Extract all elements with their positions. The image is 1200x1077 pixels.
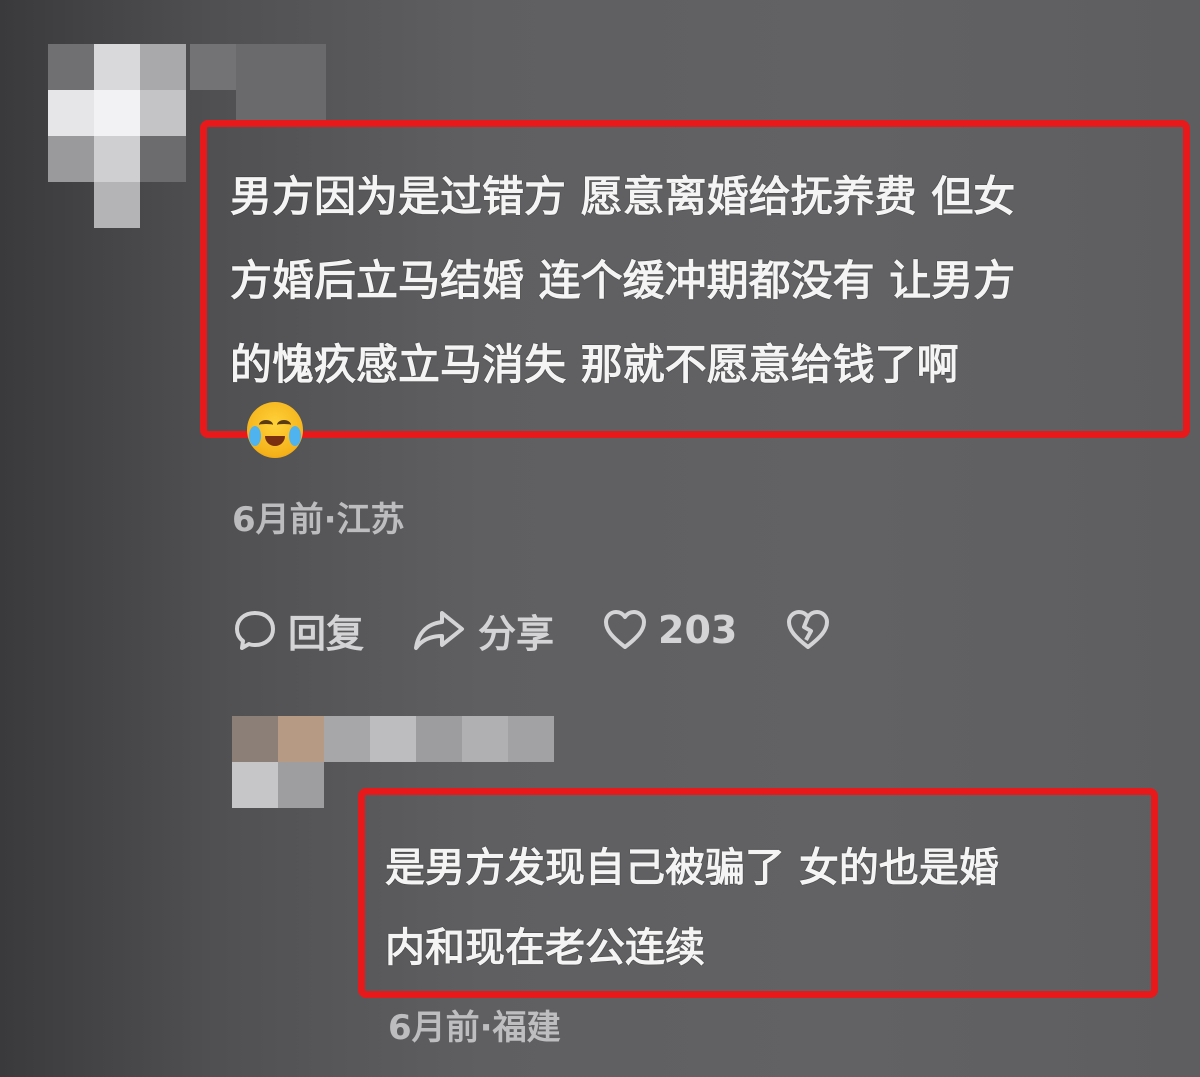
comment-actions: 回复 分享 203: [232, 600, 889, 660]
like-button[interactable]: 203: [602, 607, 737, 653]
speech-bubble-icon: [235, 611, 275, 650]
heart-icon: [604, 610, 647, 649]
like-count: 203: [658, 608, 738, 652]
dislike-button[interactable]: [785, 607, 841, 653]
comment-text: 是男方发现自己被骗了 女的也是婚 内和现在老公连续: [385, 828, 1145, 988]
username-blurred[interactable]: [236, 44, 326, 120]
username-blurred[interactable]: [190, 44, 236, 90]
comment-line: 方婚后立马结婚 连个缓冲期都没有 让男方: [230, 256, 1016, 305]
comment-line: 内和现在老公连续: [385, 925, 705, 971]
comment-line: 男方因为是过错方 愿意离婚给抚养费 但女: [230, 172, 1016, 221]
share-button[interactable]: 分享: [412, 603, 554, 658]
comment-line: 的愧疚感立马消失 那就不愿意给钱了啊: [230, 340, 959, 389]
comment-meta: 6月前·福建: [388, 1008, 561, 1048]
broken-heart-icon: [787, 610, 830, 649]
reply-label: 回复: [288, 611, 365, 656]
comment-text: 男方因为是过错方 愿意离婚给抚养费 但女 方婚后立马结婚 连个缓冲期都没有 让男…: [230, 155, 1160, 407]
comment-meta: 6月前·江苏: [232, 500, 405, 540]
crying-laughing-emoji-icon: [247, 402, 303, 458]
share-label: 分享: [478, 611, 555, 656]
comment-line: 是男方发现自己被骗了 女的也是婚: [385, 845, 999, 891]
reply-button[interactable]: 回复: [232, 603, 364, 658]
avatar[interactable]: [48, 44, 186, 228]
share-arrow-icon: [414, 611, 465, 650]
